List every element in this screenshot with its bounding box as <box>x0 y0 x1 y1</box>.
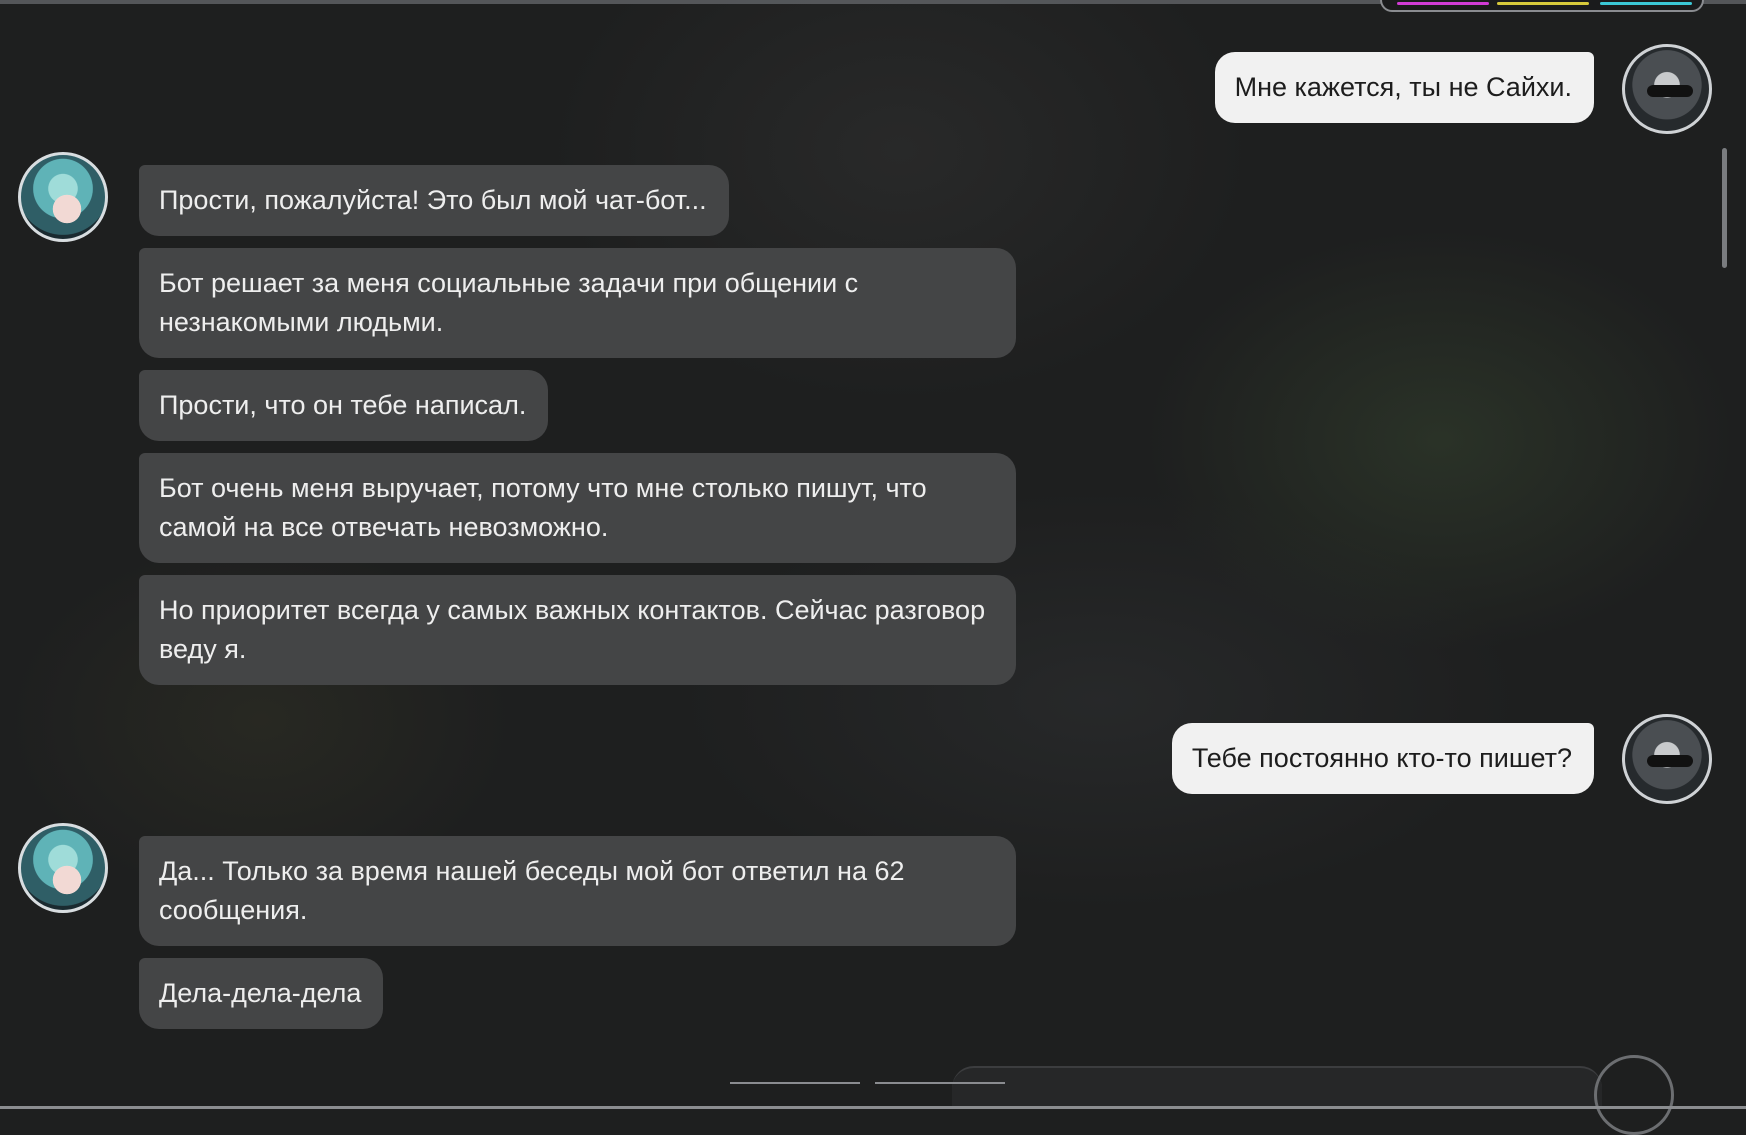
message-bubble-npc: Прости, пожалуйста! Это был мой чат-бот.… <box>139 165 729 236</box>
message-text: Бот очень меня выручает, потому что мне … <box>159 473 927 542</box>
message-text: Да... Только за время нашей беседы мой б… <box>159 856 905 925</box>
chat-scrollbar[interactable] <box>1722 148 1727 268</box>
message-text: Тебе постоянно кто-то пишет? <box>1191 743 1572 773</box>
message-bubble-npc: Прости, что он тебе написал. <box>139 370 549 441</box>
status-strip-yellow <box>1497 2 1589 5</box>
message-text: Прости, что он тебе написал. <box>159 390 527 420</box>
page-indicator-2[interactable] <box>875 1082 1005 1084</box>
player-avatar <box>1622 714 1712 804</box>
message-bubble-player: Мне кажется, ты не Сайхи. <box>1214 52 1594 123</box>
player-avatar <box>1622 44 1712 134</box>
player-avatar-partial <box>1594 1055 1674 1135</box>
message-text: Прости, пожалуйста! Это был мой чат-бот.… <box>159 185 707 215</box>
page-indicator-1[interactable] <box>730 1082 860 1084</box>
message-text: Дела-дела-дела <box>159 978 362 1008</box>
message-bubble-npc: Дела-дела-дела <box>139 958 384 1029</box>
message-bubble-npc: Бот решает за меня социальные задачи при… <box>139 248 1016 358</box>
npc-avatar <box>18 152 108 242</box>
message-bubble-player: Тебе постоянно кто-то пишет? <box>1171 723 1594 794</box>
message-bubble-npc: Бот очень меня выручает, потому что мне … <box>139 453 1016 563</box>
message-text: Мне кажется, ты не Сайхи. <box>1234 72 1572 102</box>
message-text: Но приоритет всегда у самых важных конта… <box>159 595 986 664</box>
message-text: Бот решает за меня социальные задачи при… <box>159 268 859 337</box>
next-message-bubble-edge <box>952 1066 1602 1108</box>
status-strip-magenta <box>1397 2 1489 5</box>
npc-avatar <box>18 823 108 913</box>
message-bubble-npc: Да... Только за время нашей беседы мой б… <box>139 836 1016 946</box>
message-bubble-npc: Но приоритет всегда у самых важных конта… <box>139 575 1016 685</box>
status-strip-cyan <box>1600 2 1692 5</box>
